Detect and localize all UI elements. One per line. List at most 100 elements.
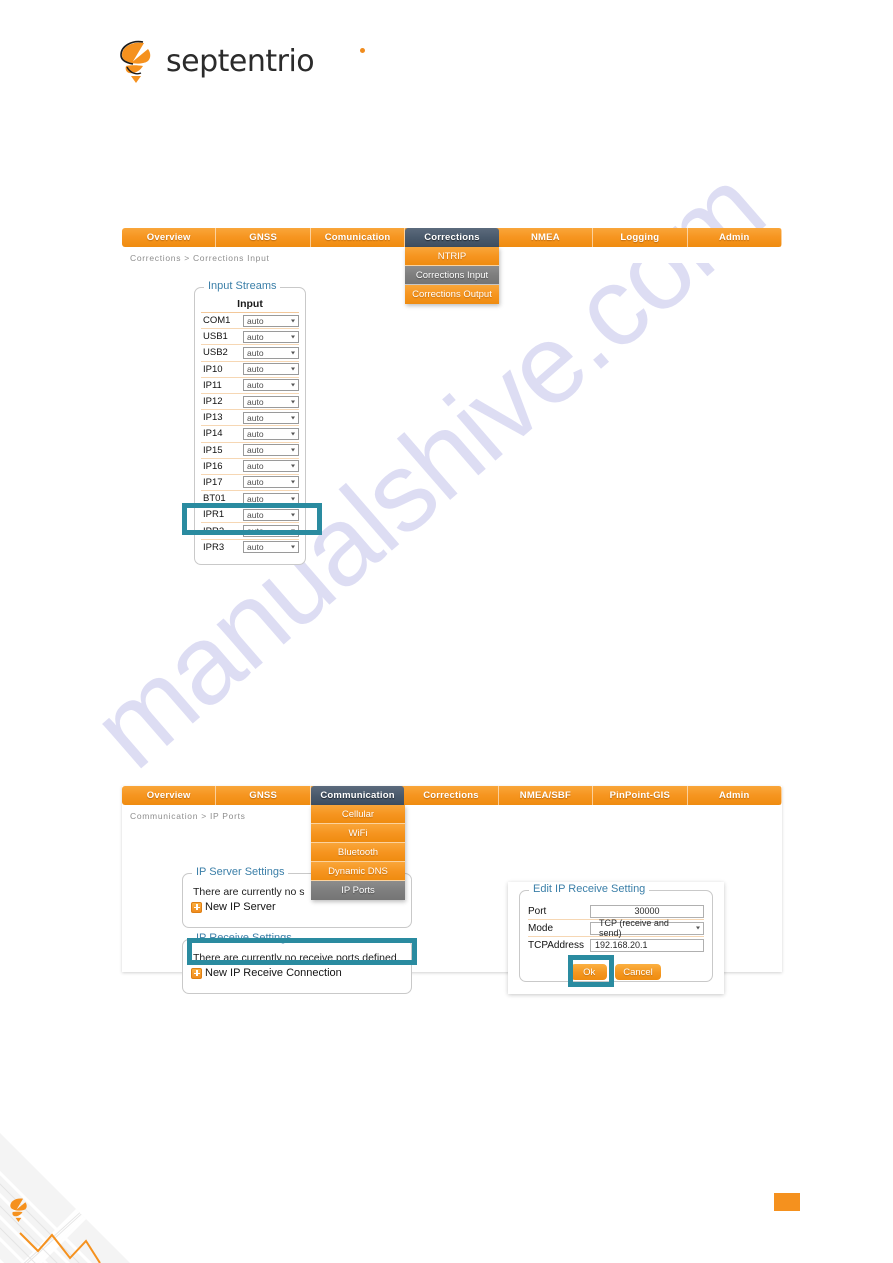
tcpaddress-label: TCPAddress — [528, 939, 584, 951]
table-row: IP17 auto — [201, 475, 299, 492]
port-label: COM1 — [203, 315, 231, 327]
chevron-down-icon — [291, 335, 295, 339]
chevron-down-icon — [291, 400, 295, 404]
input-streams-legend: Input Streams — [204, 280, 281, 292]
input-select-ip11[interactable]: auto — [243, 379, 299, 392]
menu-item-cellular[interactable]: Cellular — [311, 805, 405, 824]
input-select-ip10[interactable]: auto — [243, 363, 299, 376]
mode-select[interactable]: TCP (receive and send) — [590, 918, 704, 938]
port-label: IP12 — [203, 396, 223, 408]
input-select-ip14[interactable]: auto — [243, 427, 299, 440]
menu-item-dynamic-dns[interactable]: Dynamic DNS — [311, 862, 405, 881]
corrections-navbar: Overview GNSS Comunication Corrections N… — [122, 228, 782, 304]
dialog-field-row: TCPAddress 192.168.20.1 — [528, 937, 704, 953]
tab-overview[interactable]: Overview — [122, 228, 217, 247]
port-input[interactable]: 30000 — [590, 904, 704, 918]
septentrio-logo-icon — [120, 40, 151, 83]
input-select-ip15[interactable]: auto — [243, 444, 299, 457]
tab-admin[interactable]: Admin — [688, 786, 782, 805]
table-row: USB2 auto — [201, 345, 299, 362]
port-label: IP16 — [203, 460, 223, 472]
mode-select-value: TCP (receive and send) — [599, 918, 669, 938]
input-select-ip12[interactable]: auto — [243, 395, 299, 408]
communication-navbar: Overview GNSS Communication Corrections … — [122, 786, 782, 900]
menu-item-ntrip[interactable]: NTRIP — [405, 247, 499, 266]
input-select-usb2[interactable]: auto — [243, 346, 299, 359]
cancel-button[interactable]: Cancel — [615, 964, 661, 980]
table-row: IP11 auto — [201, 378, 299, 394]
chevron-down-icon — [291, 383, 295, 387]
dialog-buttons: Ok Cancel — [520, 964, 712, 980]
input-select-ip16[interactable]: auto — [243, 460, 299, 473]
port-label: IP14 — [203, 428, 223, 440]
port-label: IP11 — [203, 379, 222, 391]
edit-ip-receive-dialog-shell: Edit IP Receive Setting Port 30000 Mode … — [508, 882, 724, 994]
tab-nmea[interactable]: NMEA — [499, 228, 594, 247]
table-row: IP13 auto — [201, 410, 299, 427]
chevron-down-icon — [291, 545, 295, 549]
input-select-ip17[interactable]: auto — [243, 476, 299, 489]
input-select-com1[interactable]: auto — [243, 314, 299, 327]
corrections-dropdown-menu: NTRIP Corrections Input Corrections Outp… — [405, 247, 499, 304]
breadcrumb-communication: Communication > IP Ports — [130, 811, 246, 821]
tab-corrections[interactable]: Corrections — [405, 228, 499, 247]
tab-comunication[interactable]: Comunication — [311, 228, 406, 247]
input-select-ipr3[interactable]: auto — [243, 541, 299, 554]
table-row: IP15 auto — [201, 443, 299, 459]
menu-item-corrections-input[interactable]: Corrections Input — [405, 266, 499, 285]
select-value: auto — [247, 542, 264, 553]
port-label: IP15 — [203, 444, 223, 456]
ip-server-settings-legend: IP Server Settings — [192, 866, 289, 878]
select-value: auto — [247, 461, 264, 472]
menu-item-ip-ports[interactable]: IP Ports — [311, 881, 405, 900]
port-label: IP10 — [203, 363, 223, 375]
mode-label: Mode — [528, 922, 554, 934]
input-select-ip13[interactable]: auto — [243, 411, 299, 424]
tab-admin[interactable]: Admin — [688, 228, 782, 247]
table-row: IP14 auto — [201, 426, 299, 443]
tab-communication[interactable]: Communication — [310, 786, 405, 805]
new-ip-receive-connection-link[interactable]: New IP Receive Connection — [183, 964, 411, 979]
new-ip-server-link[interactable]: New IP Server — [183, 898, 411, 913]
chevron-down-icon — [291, 432, 295, 436]
tab-gnss[interactable]: GNSS — [216, 228, 311, 247]
port-label: IP13 — [203, 412, 223, 424]
select-value: auto — [247, 315, 264, 326]
chevron-down-icon — [291, 480, 295, 484]
tab-overview[interactable]: Overview — [122, 786, 217, 805]
table-row: IPR3 auto — [201, 540, 299, 555]
port-label: USB2 — [203, 347, 228, 359]
highlight-box-ipr1-row — [182, 503, 322, 535]
tab-corrections[interactable]: Corrections — [404, 786, 499, 805]
menu-item-corrections-output[interactable]: Corrections Output — [405, 285, 499, 304]
tab-pinpoint-gis[interactable]: PinPoint-GIS — [593, 786, 688, 805]
table-row: USB1 auto — [201, 329, 299, 346]
input-column-header: Input — [201, 298, 299, 313]
chevron-down-icon — [291, 448, 295, 452]
tab-gnss[interactable]: GNSS — [216, 786, 311, 805]
tab-logging[interactable]: Logging — [593, 228, 688, 247]
chevron-down-icon — [696, 926, 700, 930]
port-label: Port — [528, 905, 547, 917]
select-value: auto — [247, 396, 264, 407]
select-value: auto — [247, 428, 264, 439]
table-row: IP16 auto — [201, 459, 299, 475]
page-number-marker — [774, 1193, 800, 1211]
port-label: IP17 — [203, 476, 223, 488]
brand-dot-icon — [360, 48, 365, 53]
chevron-down-icon — [291, 416, 295, 420]
input-select-usb1[interactable]: auto — [243, 330, 299, 343]
port-label: USB1 — [203, 331, 228, 343]
table-row: IP12 auto — [201, 394, 299, 411]
chevron-down-icon — [291, 464, 295, 468]
tcpaddress-input[interactable]: 192.168.20.1 — [590, 938, 704, 952]
edit-dialog-legend: Edit IP Receive Setting — [529, 883, 650, 895]
menu-item-bluetooth[interactable]: Bluetooth — [311, 843, 405, 862]
port-label: IPR3 — [203, 541, 225, 553]
select-value: auto — [247, 412, 264, 423]
tab-nmea-sbf[interactable]: NMEA/SBF — [499, 786, 594, 805]
brand-name: septentrio — [166, 44, 315, 79]
edit-ip-receive-dialog: Edit IP Receive Setting Port 30000 Mode … — [519, 883, 713, 982]
menu-item-wifi[interactable]: WiFi — [311, 824, 405, 843]
plus-icon — [191, 901, 202, 913]
